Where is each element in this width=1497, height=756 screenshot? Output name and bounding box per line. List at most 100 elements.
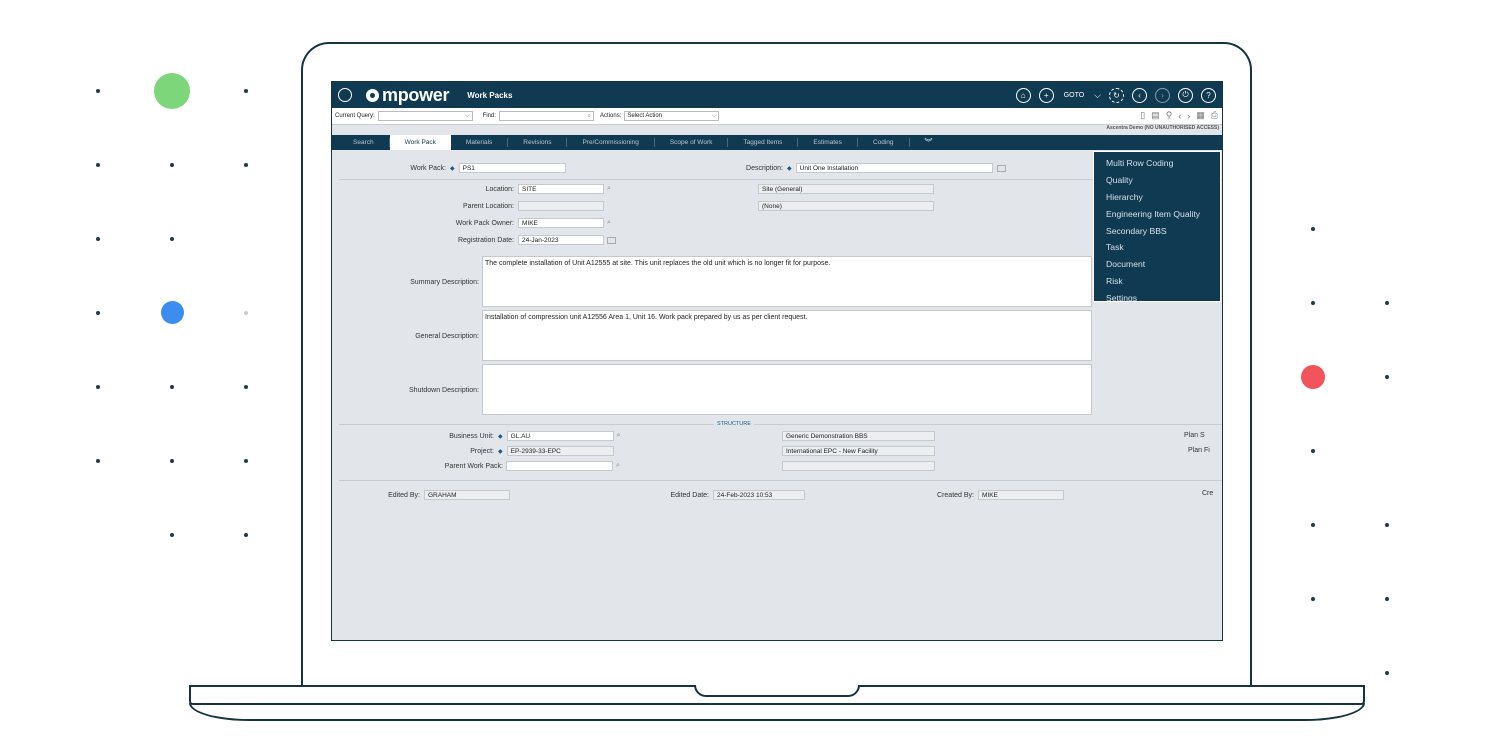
- chevron-down-icon[interactable]: ⌵: [1094, 90, 1101, 101]
- summary-textarea[interactable]: The complete installation of Unit A12555…: [482, 256, 1092, 307]
- back-icon[interactable]: ‹: [1132, 87, 1147, 103]
- tab-estimates[interactable]: Estimates: [798, 138, 858, 147]
- project-description: International EPC - New Facility: [782, 446, 935, 456]
- menu-item-document[interactable]: Document: [1094, 256, 1220, 273]
- decor-dot: [96, 311, 100, 315]
- tab-work-pack[interactable]: Work Pack: [389, 135, 451, 150]
- created-date-label: Cre: [1202, 490, 1214, 497]
- next-record-icon[interactable]: ›: [1187, 111, 1190, 121]
- menu-item-quality[interactable]: Quality: [1094, 172, 1220, 189]
- print-icon[interactable]: ⎙: [1211, 110, 1218, 121]
- actions-value: Select Action: [627, 113, 663, 119]
- more-tabs-chevron-icon[interactable]: ︾: [910, 138, 948, 147]
- chevron-down-icon: ⌵: [465, 112, 470, 119]
- business-unit-input[interactable]: GL.AU: [506, 431, 614, 441]
- parent-wp-input[interactable]: [506, 461, 613, 471]
- registration-label: Registration Date:: [457, 236, 514, 244]
- power-icon[interactable]: ⏻: [1178, 87, 1193, 103]
- tab-tagged-items[interactable]: Tagged Items: [728, 138, 799, 147]
- location-input[interactable]: SITE: [518, 184, 604, 194]
- tab-materials[interactable]: Materials: [451, 138, 509, 147]
- menu-item-settings[interactable]: Settings: [1094, 289, 1220, 306]
- find-label: Find:: [482, 113, 497, 119]
- new-document-icon[interactable]: ▯: [1140, 110, 1145, 121]
- parent-wp-label: Parent Work Pack:: [444, 462, 503, 470]
- shutdown-textarea[interactable]: [482, 364, 1092, 415]
- forward-icon[interactable]: ›: [1155, 87, 1170, 103]
- menu-item-task[interactable]: Task: [1094, 239, 1220, 256]
- owner-label: Work Pack Owner:: [455, 219, 514, 227]
- search-icon[interactable]: ⌕: [607, 185, 611, 193]
- tab-coding[interactable]: Coding: [858, 138, 910, 147]
- registration-date-input[interactable]: 24-Jan-2023: [518, 235, 604, 245]
- work-pack-input[interactable]: PS1: [458, 163, 566, 173]
- description-row: Description: ◆ Unit One Installation: [699, 163, 1006, 173]
- summary-row: Summary Description:: [339, 279, 479, 286]
- work-pack-label: Work Pack:: [410, 164, 446, 172]
- brand-logo: mpower: [366, 85, 450, 106]
- work-pack-row: Work Pack: ◆ PS1: [339, 163, 566, 173]
- tab-search[interactable]: Search: [338, 138, 390, 147]
- document-toolbar: ▯ ▤ ⚲ ‹ › ▦ ⎙: [1140, 110, 1218, 121]
- goto-label[interactable]: GOTO: [1064, 92, 1084, 99]
- general-textarea[interactable]: Installation of compression unit A12556 …: [482, 310, 1092, 361]
- project-input[interactable]: EP-2939-33-EPC: [506, 446, 614, 456]
- general-row: General Description:: [339, 333, 479, 340]
- structure-heading: STRUCTURE: [714, 421, 754, 427]
- owner-row: Work Pack Owner: MIKE ⌕: [339, 218, 611, 228]
- shutdown-row: Shutdown Description:: [339, 387, 479, 394]
- search-icon[interactable]: ⌕: [617, 432, 621, 440]
- search-icon[interactable]: ⌕: [616, 462, 620, 470]
- description-input[interactable]: Unit One Installation: [795, 163, 993, 173]
- menu-item-hierarchy[interactable]: Hierarchy: [1094, 189, 1220, 206]
- decor-dot: [1385, 375, 1389, 379]
- report-icon[interactable]: ▦: [1196, 110, 1205, 121]
- home-icon[interactable]: ⌂: [1015, 87, 1031, 103]
- find-input[interactable]: ⌕: [499, 111, 595, 121]
- menu-item-secondary-bbs[interactable]: Secondary BBS: [1094, 222, 1220, 239]
- edited-by-row: Edited By: GRAHAM: [339, 490, 510, 500]
- menu-item-risk[interactable]: Risk: [1094, 273, 1220, 290]
- current-query-select[interactable]: ⌵: [377, 111, 473, 121]
- decor-dot: [1385, 597, 1389, 601]
- search-icon[interactable]: ⌕: [588, 113, 591, 120]
- help-icon[interactable]: ?: [1201, 87, 1216, 103]
- business-unit-description: Generic Demonstration BBS: [782, 431, 935, 441]
- edited-date-value: 24-Feb-2023 10:53: [713, 490, 805, 500]
- decor-dot: [244, 163, 248, 167]
- decor-dot: [1311, 301, 1315, 305]
- plan-finish-row: Plan Fi: [1188, 447, 1210, 454]
- owner-input[interactable]: MIKE: [518, 218, 604, 228]
- required-icon: ◆: [787, 165, 792, 172]
- plan-start-label: Plan S: [1184, 432, 1205, 439]
- general-label: General Description:: [415, 333, 479, 340]
- decor-dot: [244, 311, 248, 315]
- refresh-icon[interactable]: ↻: [1109, 87, 1124, 103]
- add-icon[interactable]: +: [1038, 87, 1054, 103]
- parent-wp-row: Parent Work Pack: ⌕: [339, 461, 620, 471]
- calendar-icon[interactable]: [607, 236, 616, 244]
- chevron-down-icon: ⌵: [711, 112, 717, 119]
- created-by-label: Created By:: [937, 491, 974, 499]
- menu-item-engineering-item-quality[interactable]: Engineering Item Quality: [1094, 205, 1220, 222]
- search-icon[interactable]: ⌕: [607, 219, 611, 227]
- link-icon[interactable]: ⚲: [1166, 110, 1173, 121]
- user-menu-icon[interactable]: [338, 88, 352, 102]
- expand-text-icon[interactable]: [996, 164, 1006, 172]
- tab-scope-of-work[interactable]: Scope of Work: [655, 138, 729, 147]
- coding-dropdown-menu: Multi Row Coding Quality Hierarchy Engin…: [1093, 151, 1221, 303]
- decor-dot: [1311, 227, 1315, 231]
- menu-item-multi-row-coding[interactable]: Multi Row Coding: [1094, 155, 1220, 172]
- parent-location-label: Parent Location:: [463, 202, 514, 210]
- tab-pre-commissioning[interactable]: Pre/Commissioning: [567, 138, 655, 147]
- parent-location-input[interactable]: [518, 201, 604, 211]
- current-query-label: Current Query:: [335, 113, 375, 119]
- top-bar-actions: ⌂ + GOTO ⌵ ↻ ‹ › ⏻ ?: [1015, 87, 1216, 103]
- actions-select[interactable]: Select Action ⌵: [624, 111, 720, 121]
- save-icon[interactable]: ▤: [1151, 110, 1160, 121]
- previous-record-icon[interactable]: ‹: [1178, 111, 1181, 121]
- tab-revisions[interactable]: Revisions: [508, 138, 568, 147]
- plan-start-row: Plan S: [1184, 432, 1205, 439]
- decor-dot: [244, 533, 248, 537]
- location-description: Site (General): [758, 184, 934, 194]
